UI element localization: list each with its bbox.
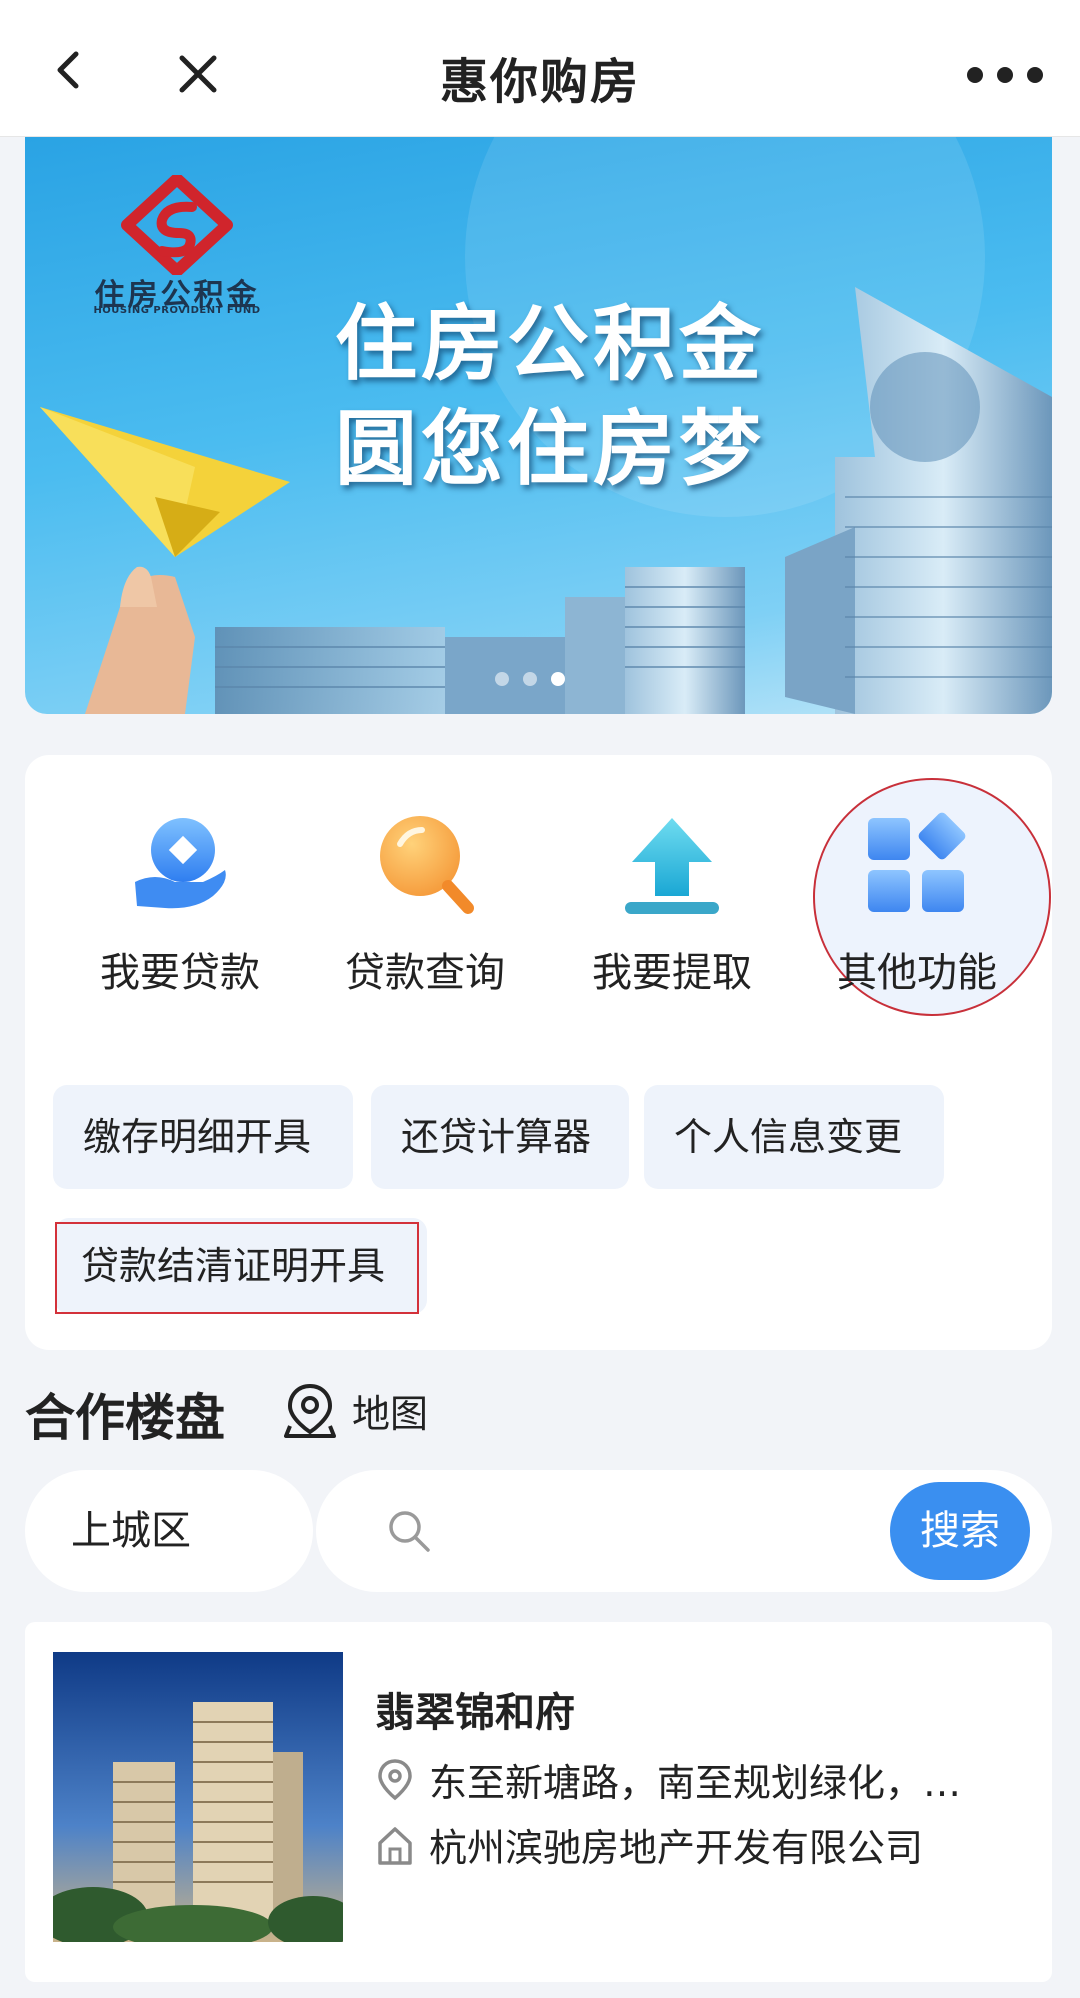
loan-query-button[interactable]: 贷款查询 bbox=[315, 810, 535, 1000]
loan-hand-icon bbox=[135, 818, 226, 909]
page-title: 惠你购房 bbox=[439, 54, 640, 110]
map-label: 地图 bbox=[352, 1391, 429, 1436]
function-panel: 我要贷款 贷款查询 我要提取 其他功能 缴存明细开具 还贷计算器 个人信息变更 … bbox=[25, 755, 1052, 1350]
district-selector[interactable]: 上城区 bbox=[25, 1470, 313, 1592]
upload-arrow-icon bbox=[625, 818, 719, 914]
banner-slogan-line1: 住房公积金 bbox=[335, 297, 766, 392]
property-name: 翡翠锦和府 bbox=[375, 1690, 575, 1736]
property-card[interactable]: 翡翠锦和府 东至新塘路，南至规划绿化，… 杭州滨驰房地产开发有限公司 bbox=[25, 1622, 1052, 1982]
top-nav-bar: 惠你购房 bbox=[0, 0, 1080, 137]
other-functions-button[interactable]: 其他功能 bbox=[807, 778, 1051, 1016]
home-icon bbox=[378, 1826, 412, 1865]
map-pin-icon bbox=[284, 1383, 336, 1438]
loan-apply-button[interactable]: 我要贷款 bbox=[70, 810, 290, 1000]
highlight-rectangle bbox=[55, 1222, 419, 1314]
search-button[interactable]: 搜索 bbox=[890, 1482, 1030, 1580]
repayment-calculator-chip[interactable]: 还贷计算器 bbox=[371, 1085, 629, 1189]
search-input[interactable] bbox=[456, 1500, 816, 1560]
other-functions-label: 其他功能 bbox=[837, 950, 997, 996]
withdraw-button[interactable]: 我要提取 bbox=[562, 810, 782, 1000]
carousel-dot[interactable] bbox=[495, 672, 509, 686]
search-bar: 搜索 bbox=[316, 1470, 1052, 1592]
personal-info-change-chip[interactable]: 个人信息变更 bbox=[644, 1085, 944, 1189]
property-address-row: 东至新塘路，南至规划绿化，… bbox=[375, 1752, 961, 1807]
location-pin-icon bbox=[378, 1758, 412, 1800]
property-developer: 杭州滨驰房地产开发有限公司 bbox=[429, 1826, 924, 1870]
section-title: 合作楼盘 bbox=[25, 1389, 225, 1447]
search-icon bbox=[389, 1511, 430, 1552]
carousel-dot[interactable] bbox=[523, 672, 537, 686]
deposit-detail-chip[interactable]: 缴存明细开具 bbox=[53, 1085, 353, 1189]
banner-logo-subtitle: HOUSING PROVIDENT FUND bbox=[93, 305, 261, 316]
property-image bbox=[53, 1652, 343, 1942]
carousel-indicator bbox=[495, 672, 565, 686]
banner-slogan-line2: 圆您住房梦 bbox=[335, 402, 766, 497]
map-link[interactable]: 地图 bbox=[284, 1380, 428, 1440]
property-address: 东至新塘路，南至规划绿化，… bbox=[429, 1761, 962, 1805]
banner-carousel[interactable]: 住房公积金 HOUSING PROVIDENT FUND 住房公积金 圆您住房梦 bbox=[25, 137, 1052, 714]
carousel-dot-active[interactable] bbox=[551, 672, 565, 686]
magnifier-icon bbox=[380, 816, 474, 914]
more-dots-icon[interactable] bbox=[960, 60, 1060, 90]
loan-query-label: 贷款查询 bbox=[345, 950, 505, 996]
loan-apply-label: 我要贷款 bbox=[100, 950, 260, 996]
withdraw-label: 我要提取 bbox=[592, 950, 752, 996]
provident-fund-logo-icon bbox=[121, 175, 233, 275]
apps-grid-icon bbox=[868, 812, 966, 912]
property-developer-row: 杭州滨驰房地产开发有限公司 bbox=[375, 1817, 923, 1872]
